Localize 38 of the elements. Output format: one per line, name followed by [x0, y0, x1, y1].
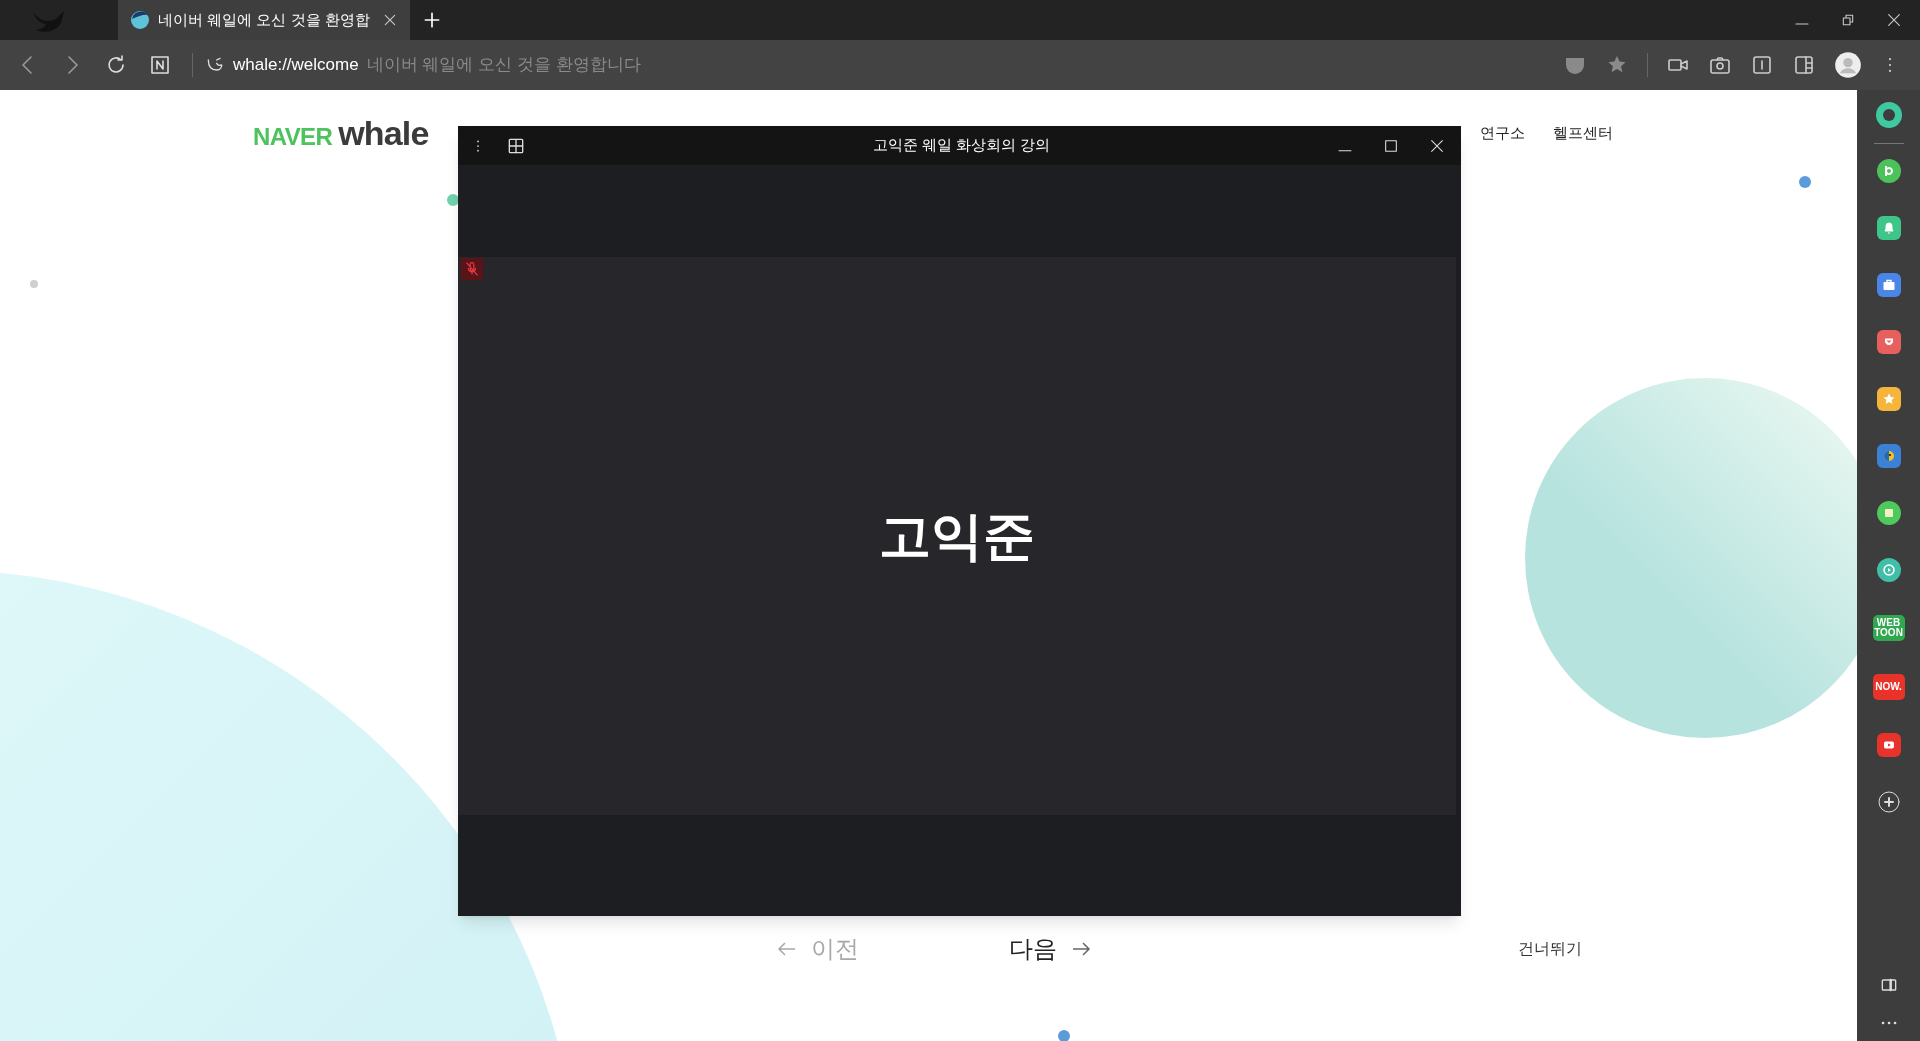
reader-icon[interactable] — [1750, 53, 1774, 77]
avatar-icon[interactable] — [1834, 51, 1862, 79]
tab-title: 네이버 웨일에 오신 것을 환영합 — [158, 9, 371, 30]
add-icon[interactable] — [1876, 790, 1901, 814]
app-icon[interactable] — [1876, 501, 1901, 525]
page-title-text: 네이버 웨일에 오신 것을 환영합니다 — [366, 54, 641, 77]
app-icon[interactable] — [1876, 330, 1901, 354]
app-icon[interactable] — [1876, 216, 1901, 240]
nav-link[interactable]: 헬프센터 — [1553, 122, 1613, 145]
app-icon[interactable] — [1876, 733, 1901, 757]
close-icon[interactable] — [1429, 137, 1445, 154]
app-icon[interactable] — [1876, 387, 1901, 411]
restore-icon[interactable] — [1840, 12, 1856, 28]
address-field[interactable]: whale://welcome 네이버 웨일에 오신 것을 환영합니다 — [205, 52, 1543, 78]
ring-icon[interactable] — [1873, 100, 1904, 130]
sidebar-icon[interactable] — [1792, 53, 1816, 77]
app-icon[interactable] — [1876, 444, 1901, 468]
skip-link[interactable]: 건너뛰기 — [1518, 937, 1582, 961]
participant-name: 고익준 — [879, 506, 1035, 567]
close-icon[interactable] — [1886, 12, 1902, 28]
app-logo-text: TOON — [1874, 628, 1903, 638]
app-icon[interactable]: NOW. — [1872, 674, 1905, 700]
app-logo-text: WEB — [1876, 618, 1901, 628]
next-button[interactable]: 다음 — [1009, 931, 1093, 967]
browser-tab[interactable]: 네이버 웨일에 오신 것을 환영합 — [118, 0, 410, 40]
app-icon[interactable] — [1876, 159, 1901, 183]
nav-link[interactable]: 연구소 — [1480, 122, 1525, 145]
app-icon[interactable] — [1876, 558, 1901, 582]
brand-logo-text: NAVER — [253, 122, 333, 152]
product-logo-text: whale — [338, 113, 429, 154]
maximize-icon[interactable] — [1383, 137, 1399, 154]
plus-icon[interactable] — [422, 10, 442, 30]
app-logo-text: NOW. — [1875, 682, 1902, 692]
naver-icon[interactable] — [148, 53, 172, 77]
app-icon[interactable] — [1876, 273, 1901, 297]
url-text: whale://welcome — [233, 54, 359, 77]
close-icon[interactable] — [382, 12, 398, 28]
window-title: 고익준 웨일 화상회의 강의 — [871, 135, 1052, 156]
